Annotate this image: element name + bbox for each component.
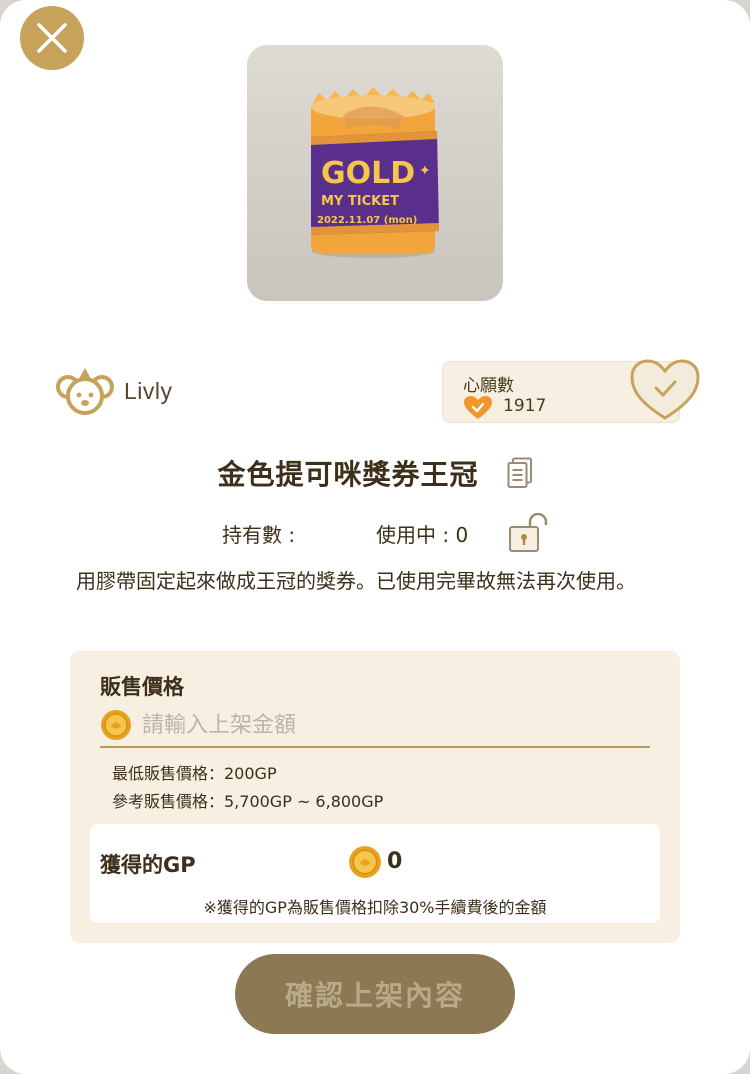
gp-earned-box: 獲得的GP 0 ※獲得的GP為販售價格扣除30%手續費後的金額 — [90, 824, 660, 923]
item-description: 用膠帶固定起來做成王冠的獎券。已使用完畢故無法再次使用。 — [76, 569, 636, 593]
image-text-line3: 2022.11.07 (mon) — [317, 215, 417, 226]
image-text-line1: GOLD — [321, 156, 415, 191]
gp-earned-label: 獲得的GP — [100, 853, 196, 877]
gp-fee-note: ※獲得的GP為販售價格扣除30%手續費後的金額 — [203, 898, 547, 917]
wishlist-label: 心願數 — [463, 376, 514, 396]
item-title-row: 金色提可咪獎券王冠 — [0, 453, 750, 493]
gp-coin-icon — [101, 710, 131, 740]
brand-name: Livly — [124, 377, 173, 404]
wishlist-heart-icon — [464, 396, 492, 419]
document-icon[interactable] — [507, 457, 533, 489]
unlock-icon[interactable] — [508, 513, 550, 553]
price-input-wrap — [100, 704, 650, 748]
listing-sheet: GOLD MY TICKET 2022.11.07 (mon) ✦ Livly … — [0, 0, 750, 1074]
min-price-text: 最低販售價格：200GP — [112, 764, 277, 783]
livly-logo-icon — [56, 368, 114, 415]
heart-check-icon — [630, 359, 700, 420]
item-title: 金色提可咪獎券王冠 — [217, 458, 479, 491]
item-image-frame: GOLD MY TICKET 2022.11.07 (mon) ✦ — [247, 45, 503, 301]
sell-panel: 販售價格 最低販售價格：200GP 參考販售價格：5,700GP ~ 6,800… — [70, 651, 680, 943]
add-to-wishlist-button[interactable] — [629, 357, 701, 423]
image-text-line2: MY TICKET — [321, 194, 399, 209]
crown-ticket-image: GOLD MY TICKET 2022.11.07 (mon) ✦ — [311, 87, 439, 258]
in-use-label: 使用中 : 0 — [376, 523, 469, 547]
close-icon — [37, 23, 67, 53]
wishlist-count: 1917 — [503, 396, 547, 416]
sell-price-label: 販售價格 — [100, 675, 184, 699]
confirm-listing-button[interactable]: 確認上架內容 — [235, 954, 515, 1034]
gp-earned-value: 0 — [387, 849, 403, 874]
brand: Livly — [56, 365, 173, 417]
close-button[interactable] — [20, 6, 84, 70]
svg-text:✦: ✦ — [419, 163, 431, 179]
gp-coin-icon — [349, 846, 381, 878]
holdings-label: 持有數 : — [222, 523, 296, 547]
reference-price-text: 參考販售價格：5,700GP ~ 6,800GP — [112, 792, 384, 811]
price-input[interactable] — [140, 711, 624, 739]
